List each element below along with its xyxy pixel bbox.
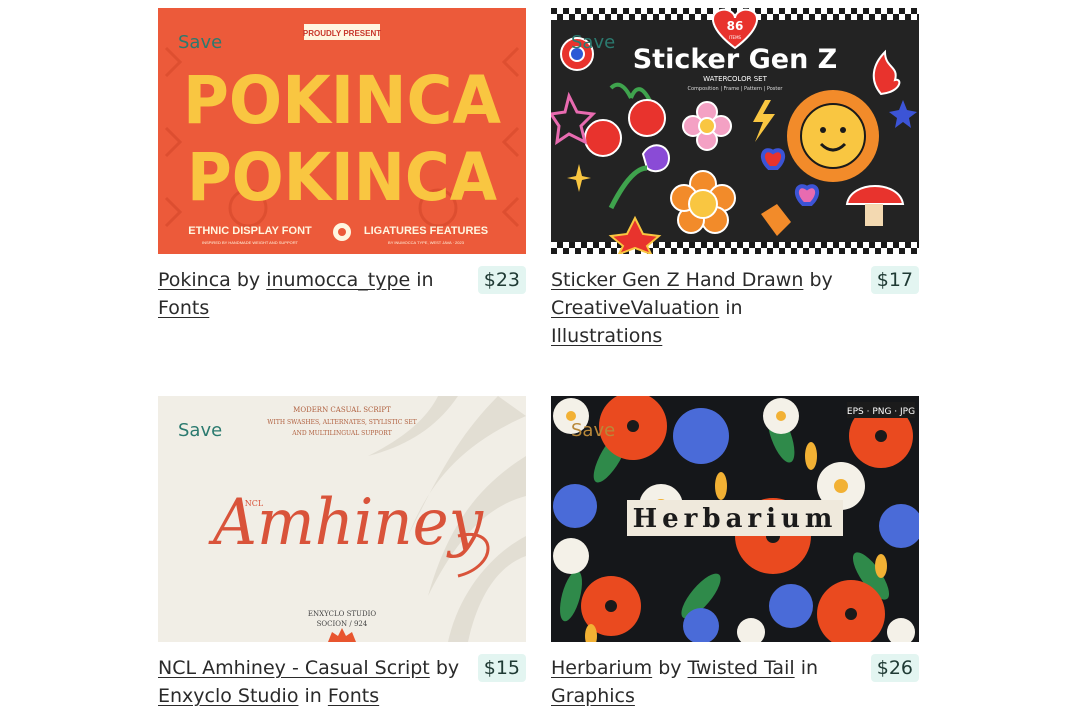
product-meta: Herbarium by Twisted Tail in Graphics $2… <box>551 654 919 710</box>
artwork-tag: LIGATURES FEATURES <box>364 225 488 237</box>
product-thumbnail[interactable]: EPS · PNG · JPG Herbarium Save <box>551 396 919 642</box>
artwork-subtitle: MODERN CASUAL SCRIPT <box>293 406 391 414</box>
save-button[interactable]: Save <box>178 32 222 53</box>
category-link[interactable]: Graphics <box>551 685 635 707</box>
product-title-link[interactable]: Pokinca <box>158 269 231 291</box>
artwork-tag: ETHNIC DISPLAY FONT <box>188 225 312 237</box>
product-thumbnail[interactable]: 86 ITEMS Sticker Gen Z WATERCOLOR SET Co… <box>551 8 919 254</box>
price-badge: $15 <box>477 654 526 682</box>
artwork-subtitle-2: WITH SWASHES, ALTERNATES, STYLISTIC SET <box>267 419 416 426</box>
product-title-link[interactable]: Sticker Gen Z Hand Drawn <box>551 269 803 291</box>
price-badge: $23 <box>477 266 526 294</box>
product-title-link[interactable]: NCL Amhiney - Casual Script <box>158 657 430 679</box>
category-link[interactable]: Fonts <box>158 297 209 319</box>
save-button[interactable]: Save <box>571 32 615 53</box>
product-card: 86 ITEMS Sticker Gen Z WATERCOLOR SET Co… <box>551 8 919 350</box>
artwork-studio-2: SOCION / 924 <box>317 620 368 628</box>
product-card: PROUDLY PRESENT POKINCA POKINCA ETHNIC D… <box>158 8 526 322</box>
artwork-title-2: POKINCA <box>187 139 497 216</box>
artwork-subtitle-3: AND MULTILINGUAL SUPPORT <box>291 430 391 437</box>
price-badge: $17 <box>870 266 919 294</box>
save-button[interactable]: Save <box>571 420 615 441</box>
artwork-studio: ENXYCLO STUDIO <box>308 610 376 618</box>
product-title-link[interactable]: Herbarium <box>551 657 652 679</box>
by-text: by <box>236 269 261 291</box>
artwork-title: Herbarium <box>633 504 838 534</box>
by-text: by <box>809 269 833 291</box>
format-tag: EPS · PNG · JPG <box>847 407 915 417</box>
artwork-title: Amhiney <box>208 486 484 560</box>
author-link[interactable]: Enxyclo Studio <box>158 685 298 707</box>
in-text: in <box>416 269 434 291</box>
category-link[interactable]: Fonts <box>328 685 379 707</box>
save-button[interactable]: Save <box>178 420 222 441</box>
in-text: in <box>304 685 322 707</box>
item-count: 86 <box>727 19 744 33</box>
product-meta: Sticker Gen Z Hand Drawn by CreativeValu… <box>551 266 919 350</box>
in-text: in <box>800 657 819 679</box>
item-count-label: ITEMS <box>729 35 742 40</box>
by-text: by <box>658 657 682 679</box>
artwork-subtag: BY INUMOCCA TYPE, WEST JAVA · 2023 <box>388 240 465 245</box>
product-card: EPS · PNG · JPG Herbarium Save Herbarium… <box>551 396 919 710</box>
product-meta: Pokinca by inumocca_type in Fonts $23 <box>158 266 526 322</box>
product-card: MODERN CASUAL SCRIPT WITH SWASHES, ALTER… <box>158 396 526 710</box>
by-text: by <box>435 657 460 679</box>
artwork-badge: PROUDLY PRESENT <box>303 29 381 38</box>
artwork-title: Sticker Gen Z <box>633 44 838 75</box>
artwork-tags: Composition | Frame | Pattern | Poster <box>688 86 784 92</box>
author-link[interactable]: inumocca_type <box>266 269 410 291</box>
product-thumbnail[interactable]: PROUDLY PRESENT POKINCA POKINCA ETHNIC D… <box>158 8 526 254</box>
category-link[interactable]: Illustrations <box>551 325 662 347</box>
artwork-title: POKINCA <box>183 62 501 139</box>
product-meta: NCL Amhiney - Casual Script by Enxyclo S… <box>158 654 526 710</box>
product-thumbnail[interactable]: MODERN CASUAL SCRIPT WITH SWASHES, ALTER… <box>158 396 526 642</box>
artwork-subtitle: WATERCOLOR SET <box>703 75 768 83</box>
in-text: in <box>725 297 743 319</box>
author-link[interactable]: Twisted Tail <box>688 657 795 679</box>
author-link[interactable]: CreativeValuation <box>551 297 719 319</box>
artwork-subtag: INSPIRED BY HANDMADE WEIGHT AND SUPPORT <box>202 240 299 245</box>
price-badge: $26 <box>870 654 919 682</box>
